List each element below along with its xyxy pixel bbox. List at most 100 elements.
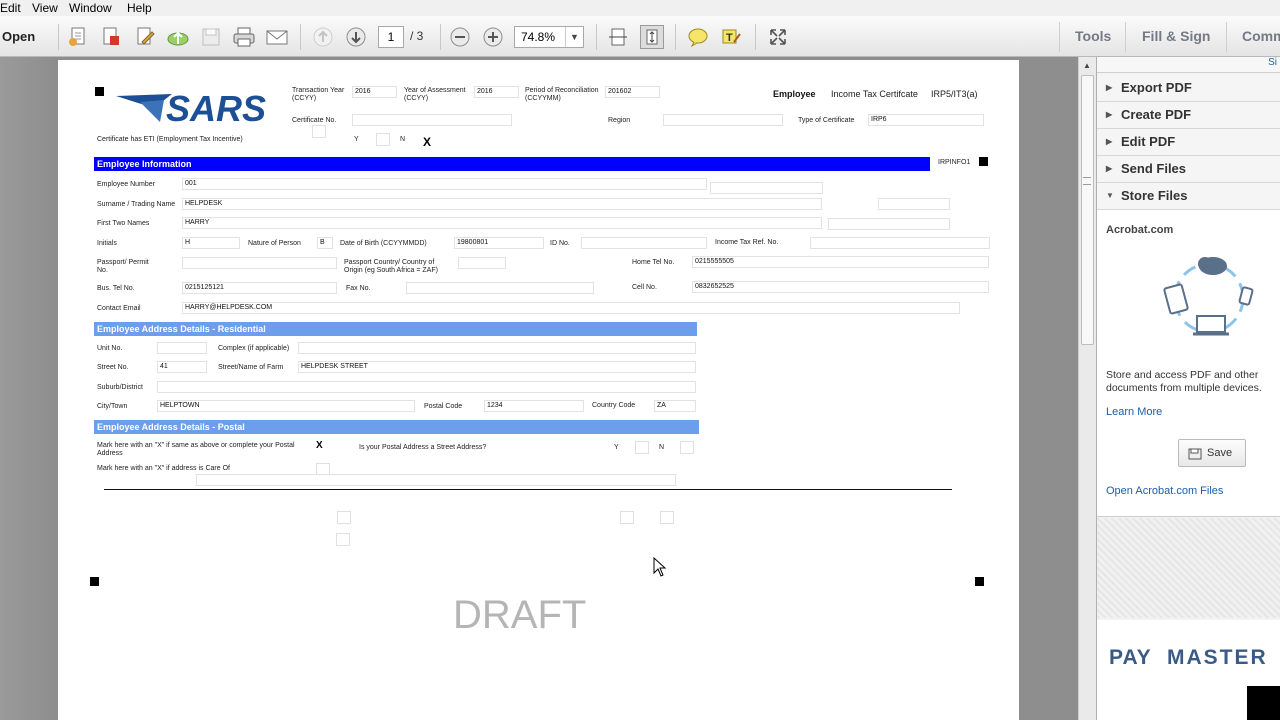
transaction-year-label: Transaction Year (CCYY) <box>292 87 345 102</box>
is-street-yes-checkbox[interactable] <box>635 441 649 454</box>
mark-same-x[interactable]: X <box>316 440 323 451</box>
empty-checkbox[interactable] <box>336 533 350 546</box>
care-of-label: Mark here with an "X" if address is Care… <box>97 465 230 472</box>
city-field[interactable]: HELPTOWN <box>157 400 415 412</box>
initials-field[interactable]: H <box>182 237 240 249</box>
eti-checkbox[interactable] <box>312 125 326 138</box>
scroll-thumb[interactable] <box>1081 75 1094 345</box>
cell-field[interactable]: 0832652525 <box>692 281 989 293</box>
first-names-field[interactable]: HARRY <box>182 217 822 229</box>
fill-sign-tab[interactable]: Fill & Sign <box>1142 28 1210 44</box>
empty-checkbox[interactable] <box>660 511 674 524</box>
highlight-text-icon[interactable]: T <box>719 25 743 49</box>
surname-field[interactable]: HELPDESK <box>182 198 822 210</box>
passport-field[interactable] <box>182 257 337 269</box>
zoom-out-icon[interactable] <box>448 25 472 49</box>
street-name-value: HELPDESK STREET <box>301 363 368 370</box>
chevron-down-icon[interactable]: ▼ <box>565 27 583 47</box>
triangle-right-icon: ▶ <box>1106 83 1113 92</box>
open-acrobat-files-link[interactable]: Open Acrobat.com Files <box>1106 485 1223 497</box>
paymaster-logo: PAY MASTER <box>1097 620 1280 720</box>
send-files-item[interactable]: ▶ Send Files <box>1097 156 1280 183</box>
open-button[interactable]: Open <box>2 29 35 44</box>
divider-line <box>104 489 952 490</box>
home-tel-field[interactable]: 0215555505 <box>692 256 989 268</box>
edit-pdf-label: Edit PDF <box>1121 134 1176 149</box>
unit-field[interactable] <box>157 342 207 354</box>
country-code-field[interactable]: ZA <box>654 400 696 412</box>
email-icon[interactable] <box>265 25 289 49</box>
menu-help[interactable]: Help <box>127 1 152 15</box>
year-assessment-field[interactable]: 2016 <box>474 86 519 98</box>
nature-value: B <box>320 239 325 246</box>
print-icon[interactable] <box>232 25 256 49</box>
email-field[interactable]: HARRY@HELPDESK.COM <box>182 302 960 314</box>
cert-no-field[interactable] <box>352 114 512 126</box>
is-street-no-checkbox[interactable] <box>680 441 694 454</box>
blank-field[interactable] <box>710 182 823 194</box>
empty-checkbox[interactable] <box>620 511 634 524</box>
zoom-select[interactable]: 74.8% ▼ <box>514 26 584 48</box>
export-pdf-item[interactable]: ▶ Export PDF <box>1097 75 1280 102</box>
save-button[interactable]: Save <box>1178 439 1246 467</box>
fax-field[interactable] <box>406 282 594 294</box>
next-page-icon[interactable] <box>344 25 368 49</box>
page-number-input[interactable]: 1 <box>378 26 404 48</box>
blank-field[interactable] <box>878 198 950 210</box>
irp-info-code: IRPINFO1 <box>938 159 971 166</box>
blank-field[interactable] <box>828 218 950 230</box>
document-scrollbar[interactable]: ▲ <box>1078 57 1096 720</box>
care-of-field[interactable] <box>196 474 676 486</box>
toolbar-separator <box>1226 22 1227 52</box>
employee-info-header: Employee Information <box>94 157 930 171</box>
page-marker <box>979 157 988 166</box>
save-disk-icon[interactable] <box>199 25 223 49</box>
scroll-up-icon[interactable]: ▲ <box>1083 61 1091 70</box>
employee-label: Employee <box>773 89 816 99</box>
edit-pdf-item[interactable]: ▶ Edit PDF <box>1097 129 1280 156</box>
postal-code-value: 1234 <box>487 402 503 409</box>
pdf-create-icon[interactable] <box>99 25 123 49</box>
passport-country-field[interactable] <box>458 257 506 269</box>
postal-code-field[interactable]: 1234 <box>484 400 584 412</box>
fit-page-icon[interactable] <box>640 25 664 49</box>
pdf-page: SARS Transaction Year (CCYY) 2016 Year o… <box>58 60 1019 720</box>
emp-number-field[interactable]: 001 <box>182 178 707 190</box>
region-field[interactable] <box>663 114 783 126</box>
panel-top-link[interactable]: Si <box>1097 57 1280 73</box>
comment-icon[interactable] <box>686 25 710 49</box>
empty-checkbox[interactable] <box>337 511 351 524</box>
eti-yes-checkbox[interactable] <box>376 133 390 146</box>
create-icon[interactable] <box>66 25 90 49</box>
bus-tel-field[interactable]: 0215125121 <box>182 282 337 294</box>
id-field[interactable] <box>581 237 707 249</box>
nature-field[interactable]: B <box>317 237 333 249</box>
street-name-field[interactable]: HELPDESK STREET <box>298 361 696 373</box>
year-assessment-label: Year of Assessment (CCYY) <box>404 87 466 102</box>
tools-tab[interactable]: Tools <box>1075 28 1111 44</box>
type-cert-field[interactable]: IRP6 <box>868 114 984 126</box>
dob-field[interactable]: 19800801 <box>454 237 544 249</box>
edit-document-icon[interactable] <box>133 25 157 49</box>
transaction-year-field[interactable]: 2016 <box>352 86 397 98</box>
previous-page-icon[interactable] <box>311 25 335 49</box>
complex-field[interactable] <box>298 342 696 354</box>
income-tax-ref-field[interactable] <box>810 237 990 249</box>
suburb-field[interactable] <box>157 381 696 393</box>
street-no-field[interactable]: 41 <box>157 361 207 373</box>
fit-width-icon[interactable] <box>606 25 630 49</box>
toolbar-separator <box>58 24 59 50</box>
menu-window[interactable]: Window <box>69 1 112 15</box>
eti-no-mark[interactable]: X <box>423 135 431 149</box>
upload-cloud-icon[interactable] <box>166 25 190 49</box>
period-recon-field[interactable]: 201602 <box>605 86 660 98</box>
menu-view[interactable]: View <box>32 1 58 15</box>
store-files-item[interactable]: ▼ Store Files <box>1097 183 1280 210</box>
menu-edit[interactable]: Edit <box>0 1 21 15</box>
zoom-in-icon[interactable] <box>481 25 505 49</box>
learn-more-link[interactable]: Learn More <box>1106 406 1162 418</box>
menu-bar: Edit View Window Help <box>0 0 1280 16</box>
expand-icon[interactable] <box>766 25 790 49</box>
create-pdf-item[interactable]: ▶ Create PDF <box>1097 102 1280 129</box>
comment-tab[interactable]: Comm <box>1242 28 1280 44</box>
